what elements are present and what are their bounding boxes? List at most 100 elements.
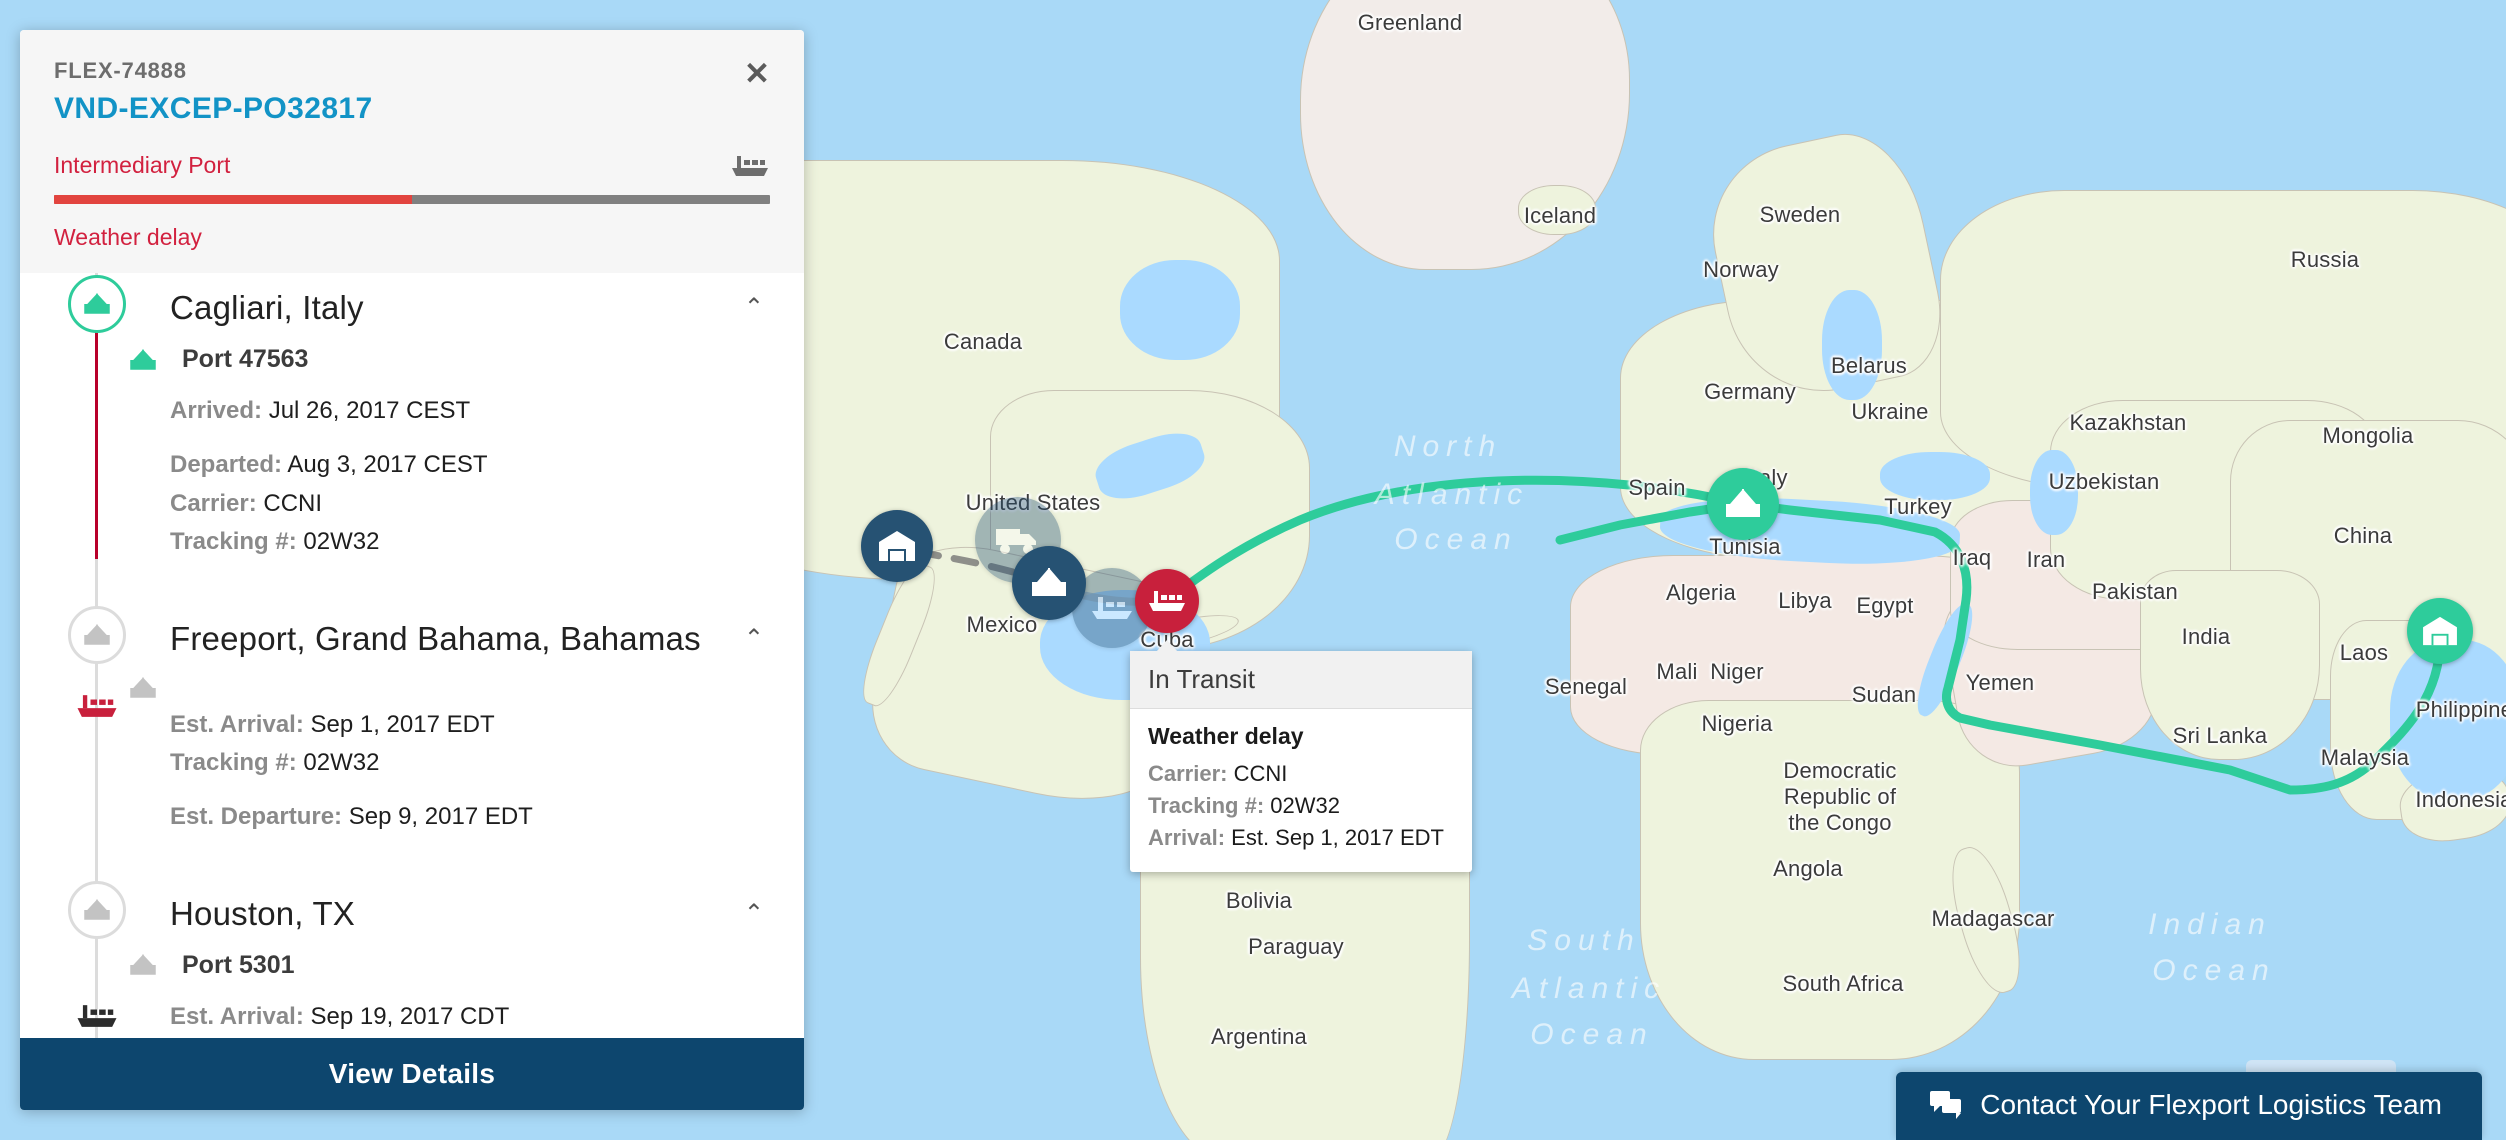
- detail-value: Sep 9, 2017 EDT: [342, 803, 533, 831]
- detail-key: Tracking #:: [170, 528, 297, 556]
- country-label: Libya: [1778, 588, 1832, 613]
- country-label: Spain: [1628, 475, 1686, 500]
- contact-button-label: Contact Your Flexport Logistics Team: [1980, 1089, 2442, 1120]
- country-label: Iraq: [1952, 545, 1992, 570]
- ocean-label: South: [1527, 924, 1641, 957]
- country-label: Iran: [2026, 547, 2066, 572]
- view-details-button[interactable]: View Details: [20, 1038, 804, 1110]
- detail-departed: Departed: Aug 3, 2017 CEST: [170, 446, 774, 484]
- country-label: Mexico: [966, 612, 1038, 637]
- country-label: Philippines: [2415, 697, 2506, 722]
- tooltip-key: Tracking #:: [1148, 792, 1265, 818]
- warehouse-icon: [879, 531, 915, 561]
- marker-cagliari-port[interactable]: [1707, 468, 1779, 540]
- detail-key: Est. Departure:: [170, 803, 343, 831]
- shipment-detail-panel: ✕ FLEX-74888 VND-EXCEP-PO32817 Intermedi…: [20, 30, 804, 1110]
- timeline-stop: Houston, TX ⌃ Port 5301 Est. Arrival: Se…: [20, 879, 804, 1038]
- ocean-label: Atlantic: [1374, 478, 1530, 511]
- tooltip-header: In Transit: [1130, 651, 1472, 709]
- timeline-stop-header[interactable]: Houston, TX ⌃: [20, 879, 804, 941]
- contact-logistics-button[interactable]: Contact Your Flexport Logistics Team: [1896, 1072, 2482, 1140]
- container-icon: [130, 677, 156, 698]
- tooltip-row-carrier: Carrier: CCNI: [1148, 758, 1454, 790]
- country-label: Greenland: [1357, 10, 1463, 35]
- country-label: Sweden: [1759, 202, 1841, 227]
- stop-name: Cagliari, Italy: [170, 289, 364, 326]
- port-line: [126, 676, 774, 700]
- water-baltic-sea: [1822, 290, 1882, 400]
- detail-value: Sep 1, 2017 EDT: [303, 710, 495, 738]
- shipment-ref: FLEX-74888: [54, 58, 187, 83]
- timeline-stop-body: Port 5301 Est. Arrival: Sep 19, 2017 CDT…: [20, 951, 804, 1038]
- timeline-stop: Freeport, Grand Bahama, Bahamas ⌃ Est. A…: [20, 604, 804, 845]
- detail-est-arrival: Est. Arrival: Sep 1, 2017 EDT: [170, 706, 774, 744]
- detail-est-arrival: Est. Arrival: Sep 19, 2017 CDT: [170, 998, 774, 1036]
- detail-tracking: Tracking #: 02W32: [170, 523, 774, 561]
- marker-houston-port[interactable]: [1012, 546, 1086, 620]
- water-black-sea: [1880, 452, 1990, 500]
- water-hudson-bay: [1120, 260, 1240, 360]
- status-badge: Intermediary Port: [54, 152, 231, 178]
- tooltip-row-tracking: Tracking #: 02W32: [1148, 790, 1454, 822]
- tooltip-key: Arrival:: [1148, 824, 1226, 850]
- chevron-up-icon[interactable]: ⌃: [738, 623, 770, 655]
- country-label: South Africa: [1782, 971, 1904, 996]
- detail-arrived: Arrived: Jul 26, 2017 CEST: [170, 392, 774, 430]
- tooltip-row-arrival: Arrival: Est. Sep 1, 2017 EDT: [1148, 822, 1454, 854]
- purchase-order-number[interactable]: VND-EXCEP-PO32817: [54, 92, 770, 126]
- country-label: Canada: [943, 329, 1023, 354]
- tooltip-title: Weather delay: [1148, 723, 1304, 749]
- progress-bar-fill: [54, 195, 412, 204]
- status-row: Intermediary Port: [54, 152, 770, 179]
- detail-value: CCNI: [256, 489, 323, 517]
- ocean-label: Indian: [2148, 908, 2272, 941]
- country-label: Sudan: [1851, 682, 1917, 707]
- ocean-label: Atlantic: [1511, 972, 1667, 1005]
- chevron-up-icon[interactable]: ⌃: [738, 292, 770, 324]
- ship-icon: [1092, 597, 1132, 619]
- ship-icon: [732, 155, 768, 176]
- chevron-up-icon[interactable]: ⌃: [738, 898, 770, 930]
- tooltip-key: Carrier:: [1148, 761, 1228, 786]
- country-label: India: [2181, 624, 2231, 649]
- country-label: Iceland: [1523, 203, 1597, 228]
- timeline-node: [68, 605, 126, 664]
- detail-value: Jul 26, 2017 CEST: [262, 397, 471, 424]
- timeline-node: [68, 275, 126, 333]
- detail-key: Tracking #:: [170, 748, 297, 776]
- country-label: the Congo: [1788, 810, 1892, 835]
- ocean-label: Ocean: [2152, 954, 2276, 987]
- country-label: Nigeria: [1701, 711, 1773, 736]
- detail-value: Sep 19, 2017 CDT: [303, 1002, 510, 1030]
- map-marker-tooltip[interactable]: In Transit Weather delay Carrier: CCNI T…: [1130, 640, 1472, 872]
- country-label: Indonesia: [2415, 787, 2506, 812]
- detail-carrier: Carrier: CCNI: [170, 485, 774, 523]
- detail-tracking: Tracking #: 02W32: [170, 744, 774, 782]
- country-label: Norway: [1703, 257, 1779, 282]
- country-label: Laos: [2339, 640, 2389, 665]
- marker-in-transit-ship[interactable]: [1135, 569, 1199, 633]
- marker-origin-warehouse[interactable]: [2407, 598, 2473, 664]
- close-icon[interactable]: ✕: [740, 56, 774, 90]
- country-label: Paraguay: [1248, 934, 1344, 959]
- port-line: Port 5301: [126, 951, 774, 980]
- detail-value: Aug 3, 2017 CEST: [282, 451, 488, 479]
- detail-key: Est. Arrival:: [170, 1002, 304, 1030]
- detail-key: Est. Arrival:: [170, 710, 304, 738]
- detail-value: 02W32: [296, 528, 380, 556]
- port-label: Port 47563: [182, 345, 309, 373]
- app-root: North Atlantic Ocean South Atlantic Ocea…: [0, 0, 2506, 1140]
- marker-destination-warehouse[interactable]: [861, 510, 933, 582]
- country-label: Democratic: [1783, 758, 1897, 783]
- container-icon: [1726, 489, 1760, 517]
- country-label: Germany: [1704, 379, 1796, 404]
- timeline-stop-header[interactable]: Freeport, Grand Bahama, Bahamas ⌃: [20, 604, 804, 666]
- detail-est-departure: Est. Departure: Sep 9, 2017 EDT: [170, 798, 774, 836]
- country-label: Madagascar: [1931, 906, 2055, 931]
- timeline-stop: Cagliari, Italy ⌃ Port 47563 Arrived: Ju…: [20, 273, 804, 570]
- stop-name: Houston, TX: [170, 894, 356, 932]
- tooltip-body: Weather delay Carrier: CCNI Tracking #: …: [1130, 709, 1472, 872]
- country-label: Ukraine: [1851, 399, 1929, 424]
- ocean-label: North: [1393, 430, 1503, 463]
- timeline-stop-header[interactable]: Cagliari, Italy ⌃: [20, 273, 804, 335]
